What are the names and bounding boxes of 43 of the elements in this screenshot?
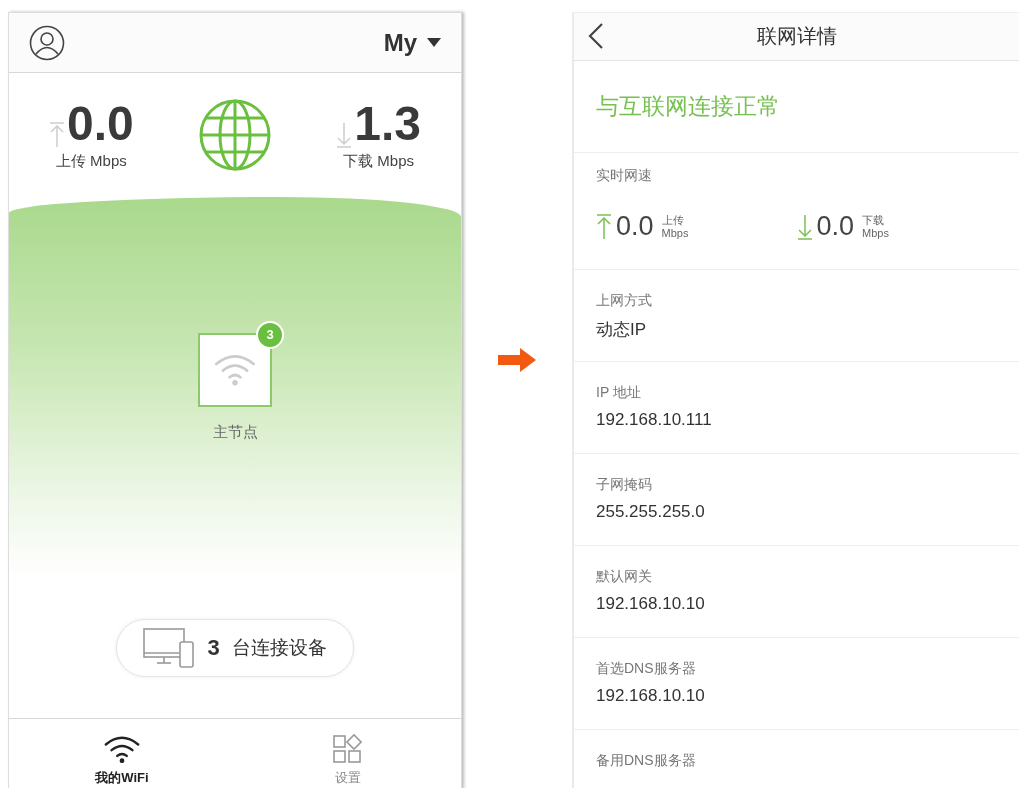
connection-status: 与互联网连接正常 [596, 92, 780, 121]
connected-devices-button[interactable]: 3 台连接设备 [116, 618, 354, 677]
field-label: 上网方式 [596, 292, 652, 310]
user-avatar-icon[interactable] [29, 24, 65, 61]
field-label: 子网掩码 [596, 476, 652, 494]
device-count-badge: 3 [256, 320, 284, 349]
download-label: 下载 Mbps [343, 151, 415, 171]
field-value: 192.168.10.10 [596, 686, 705, 706]
field-label: 默认网关 [596, 568, 652, 586]
speed-unit: 上传 Mbps [661, 214, 689, 239]
field-value: 192.168.10.10 [596, 594, 705, 614]
network-selector[interactable]: My [383, 28, 441, 57]
download-arrow-icon [336, 121, 353, 148]
caret-icon [427, 38, 441, 47]
tab-bar-item[interactable]: 我的WiFi [9, 719, 235, 788]
upload-speed: 0.0 [67, 99, 134, 148]
field-label: 首选DNS服务器 [596, 660, 696, 678]
download-speed: 1.3 [354, 99, 421, 148]
back-button[interactable] [588, 23, 604, 49]
upload-label: 上传 Mbps [55, 151, 127, 171]
field-label: 实时网速 [596, 167, 653, 185]
router-node[interactable] [198, 332, 272, 407]
download-arrow-icon [796, 213, 813, 240]
speed-value: 0.0 [816, 211, 855, 242]
tab-bar-item[interactable]: 设置 [235, 719, 461, 788]
speed-value: 0.0 [616, 211, 654, 242]
speed-unit: 下载 Mbps [862, 214, 889, 239]
apps-icon [333, 733, 363, 763]
wifi-icon [213, 353, 257, 386]
right-arrow-icon [498, 348, 536, 372]
field-label: 备用DNS服务器 [596, 752, 696, 770]
upload-arrow-icon [596, 213, 612, 240]
wifi-icon [103, 734, 141, 763]
globe-icon [198, 98, 272, 172]
field-value: 动态IP [596, 319, 647, 341]
chevron-left-icon [588, 23, 604, 49]
devices-icon [143, 627, 196, 668]
node-label: 主节点 [212, 422, 258, 442]
field-value: 255.255.255.0 [596, 502, 705, 522]
field-label: IP 地址 [596, 384, 641, 402]
upload-arrow-icon [49, 121, 65, 148]
page-title: 联网详情 [756, 24, 837, 49]
field-value: 192.168.10.111 [596, 410, 712, 430]
